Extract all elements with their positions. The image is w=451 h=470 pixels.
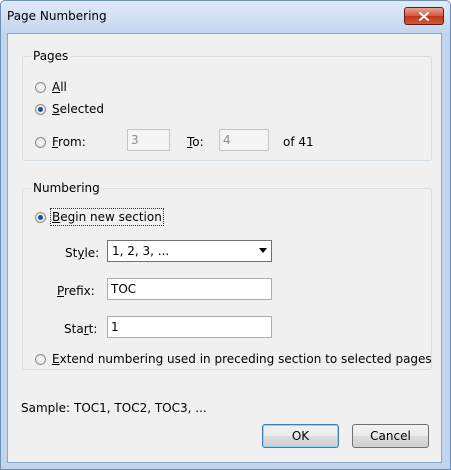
close-icon: [419, 11, 429, 21]
radio-from-indicator[interactable]: [35, 136, 46, 148]
radio-extend-numbering-indicator[interactable]: [35, 353, 46, 365]
radio-selected[interactable]: Selected: [35, 102, 104, 116]
radio-all[interactable]: All: [35, 80, 67, 94]
radio-begin-new-section-label: Begin new section: [50, 208, 164, 226]
radio-all-label: All: [52, 80, 67, 94]
start-label: Start:: [64, 322, 98, 336]
numbering-group: Numbering Begin new section Style: 1, 2,…: [22, 181, 432, 370]
close-button[interactable]: [404, 7, 444, 25]
radio-all-indicator[interactable]: [35, 81, 46, 93]
numbering-group-legend: Numbering: [31, 181, 102, 195]
sample-value: TOC1, TOC2, TOC3, ...: [74, 401, 207, 415]
chevron-down-icon: [259, 248, 267, 253]
radio-selected-label: Selected: [52, 102, 105, 116]
dialog-title: Page Numbering: [7, 9, 107, 23]
page-count: of 41: [283, 135, 314, 149]
style-dropdown-value: 1, 2, 3, ...: [112, 244, 170, 258]
from-page-field[interactable]: [127, 129, 170, 151]
style-label: Style:: [65, 246, 100, 260]
sample-label: Sample:: [21, 401, 71, 415]
radio-extend-numbering[interactable]: Extend numbering used in preceding secti…: [35, 352, 432, 366]
to-page-field[interactable]: [219, 129, 269, 151]
radio-selected-indicator[interactable]: [35, 103, 46, 115]
radio-extend-numbering-label: Extend numbering used in preceding secti…: [52, 352, 432, 366]
to-label: To:: [187, 135, 204, 149]
prefix-field[interactable]: [107, 278, 272, 300]
cancel-button[interactable]: Cancel: [352, 424, 429, 448]
style-dropdown[interactable]: 1, 2, 3, ...: [107, 240, 272, 262]
ok-button[interactable]: OK: [262, 424, 339, 448]
pages-group: Pages All Selected From: To: of 41: [22, 49, 432, 161]
start-field[interactable]: [107, 316, 272, 338]
pages-group-legend: Pages: [31, 49, 71, 63]
dialog-window: Page Numbering Pages All Selected From:: [0, 0, 451, 470]
radio-from[interactable]: From:: [35, 135, 86, 149]
title-bar[interactable]: Page Numbering: [1, 1, 450, 33]
dialog-client-area: Pages All Selected From: To: of 41 Numbe…: [7, 33, 442, 463]
prefix-label: Prefix:: [57, 284, 95, 298]
radio-from-label: From:: [52, 135, 86, 149]
radio-begin-new-section-indicator[interactable]: [35, 211, 46, 223]
radio-begin-new-section[interactable]: Begin new section: [35, 208, 164, 226]
